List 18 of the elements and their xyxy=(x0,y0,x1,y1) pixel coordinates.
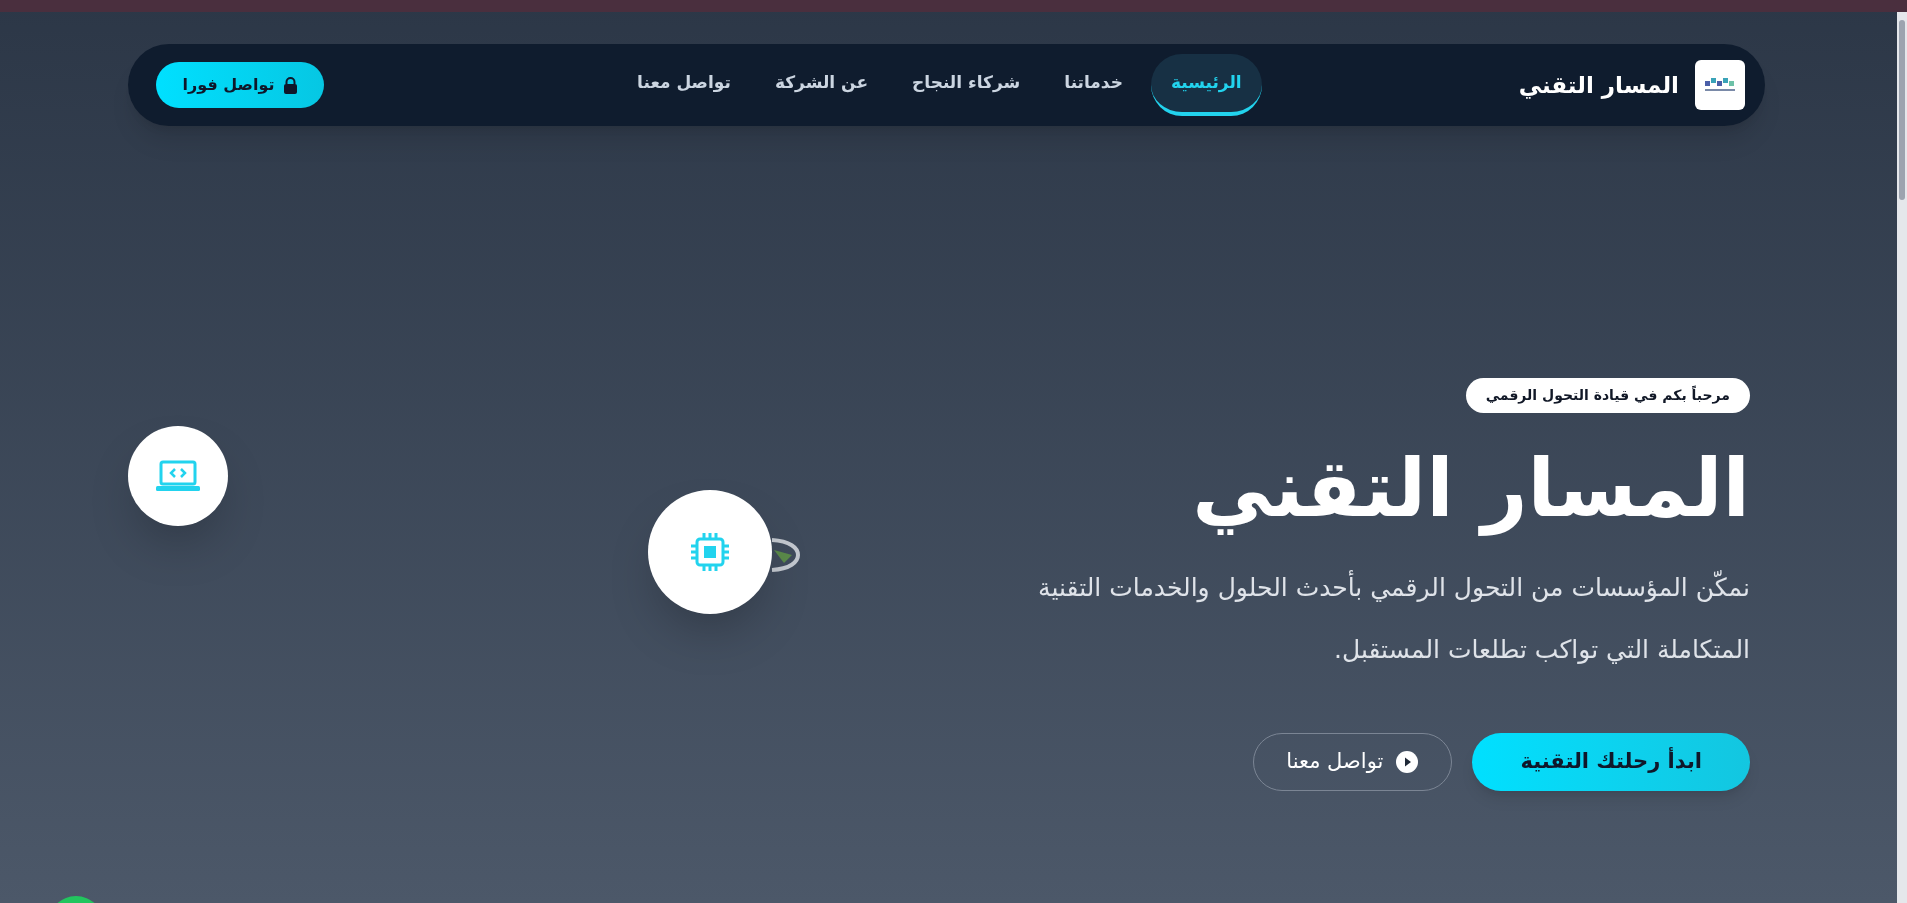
brand-name[interactable]: المسار التقني xyxy=(1518,67,1679,103)
hero-title: المسار التقني xyxy=(1192,441,1750,537)
hero-description: نمكّن المؤسسات من التحول الرقمي بأحدث الحلول والخدمات التقنية المتكاملة التي تواكب تطلعات المستقبل. xyxy=(960,557,1750,681)
logo-icon xyxy=(1695,60,1745,110)
lock-icon xyxy=(282,76,298,94)
nav-tab[interactable]: خدماتنا xyxy=(1048,54,1139,116)
nav-tab[interactable]: الرئيسية xyxy=(1150,54,1262,116)
contact-now-button[interactable]: تواصل فورا xyxy=(156,62,324,108)
ring-drawing xyxy=(770,538,800,572)
start-button[interactable]: ابدأ رحلتك التقنية xyxy=(1472,733,1750,791)
nav-tab[interactable]: شركاء النجاح xyxy=(896,54,1037,116)
welcome-badge: مرحباً بكم في قيادة التحول الرقمي xyxy=(1465,378,1750,413)
nav-tab[interactable]: عن الشركة xyxy=(758,54,885,116)
chip-icon xyxy=(689,531,731,573)
laptop-code-icon xyxy=(156,460,200,492)
nav-tab[interactable]: تواصل معنا xyxy=(621,54,747,116)
play-icon xyxy=(1395,750,1420,774)
scrollbar-thumb[interactable] xyxy=(1899,20,1905,200)
